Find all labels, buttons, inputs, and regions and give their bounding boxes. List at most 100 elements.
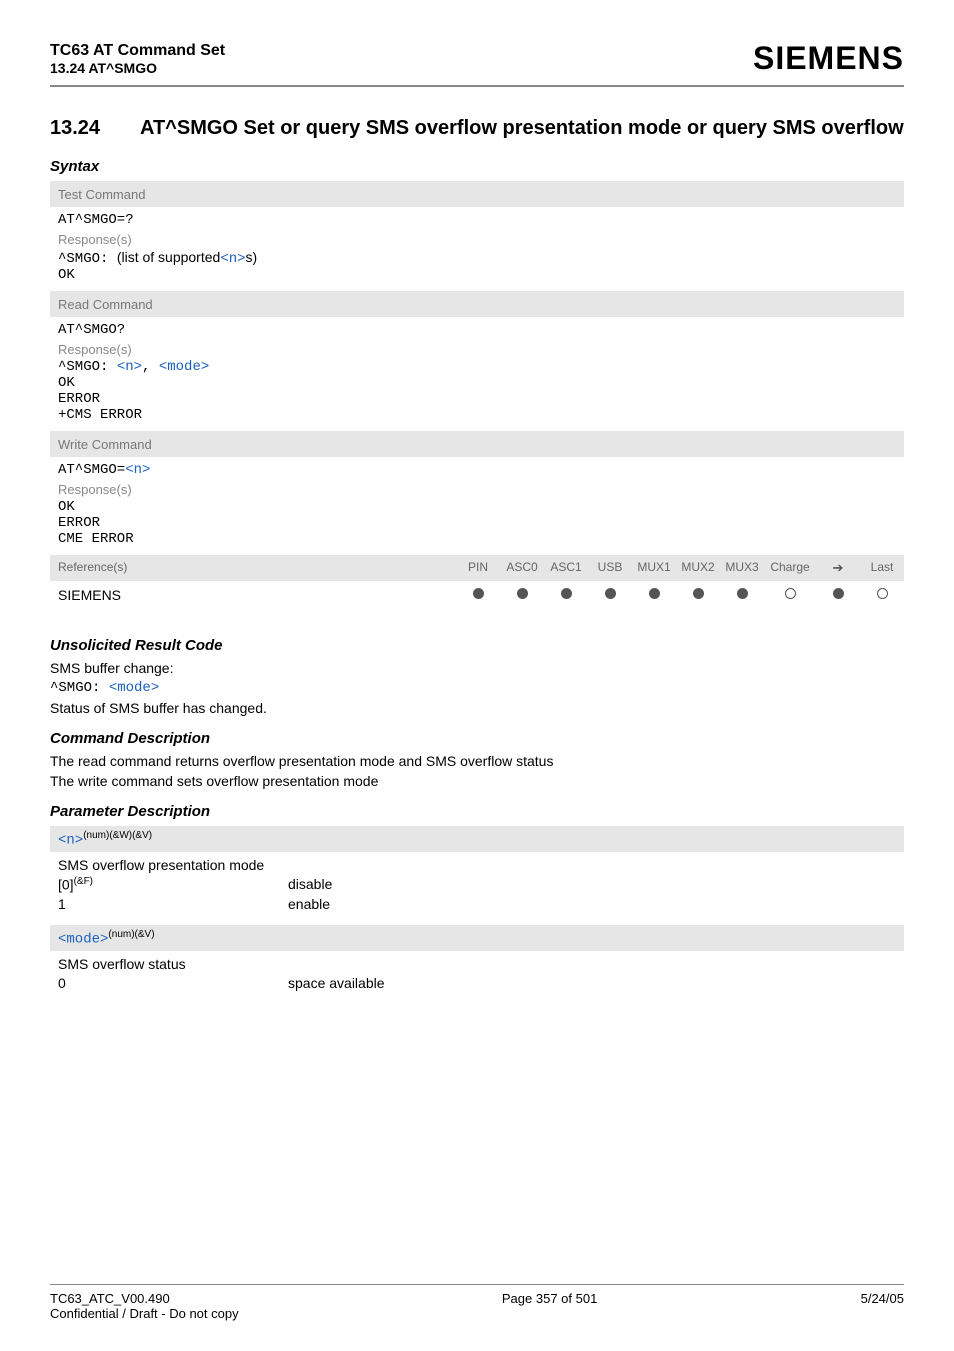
write-err: ERROR (58, 515, 896, 531)
read-err: ERROR (58, 391, 896, 407)
param-n-row2-v: enable (288, 896, 896, 912)
footer-left: TC63_ATC_V00.490 Confidential / Draft - … (50, 1291, 239, 1321)
write-resp-label: Response(s) (58, 482, 896, 497)
read-cmd: AT^SMGO? (58, 322, 896, 338)
param-desc-heading: Parameter Description (50, 803, 904, 820)
doc-subtitle: 13.24 AT^SMGO (50, 60, 225, 76)
param-mode-sup: (num)(&V) (108, 929, 154, 940)
param-n-row2: 1 enable (58, 896, 896, 912)
read-p2: <mode> (159, 359, 209, 375)
reference-value-row: SIEMENS (50, 581, 904, 609)
col-mux1: MUX1 (632, 555, 676, 581)
read-p1: <n> (117, 359, 142, 375)
dot-icon (833, 588, 844, 599)
test-resp-prefix: ^SMGO: (58, 251, 117, 267)
param-mode-name: <mode> (58, 931, 108, 947)
write-command-block: Write Command AT^SMGO=<n> Response(s) OK… (50, 431, 904, 555)
cmd-desc-heading: Command Description (50, 730, 904, 747)
col-mux2: MUX2 (676, 555, 720, 581)
dot-asc0 (500, 581, 544, 609)
param-n-row1-sup: (&F) (74, 876, 93, 887)
col-airplane: ➔ (816, 555, 860, 581)
col-pin: PIN (456, 555, 500, 581)
read-cms: +CMS ERROR (58, 407, 896, 423)
param-n-row1-v: disable (288, 876, 896, 893)
dot-icon (473, 588, 484, 599)
urc-param: <mode> (109, 680, 159, 696)
col-usb: USB (588, 555, 632, 581)
dot-charge (764, 581, 816, 609)
urc-prefix: ^SMGO: (50, 680, 109, 696)
param-mode-body: SMS overflow status 0 space available (50, 951, 904, 1004)
test-head: Test Command (50, 182, 904, 207)
cmd-desc-l2: The write command sets overflow presenta… (50, 773, 904, 789)
cmd-desc-l1: The read command returns overflow presen… (50, 753, 904, 769)
page-footer: TC63_ATC_V00.490 Confidential / Draft - … (50, 1284, 904, 1321)
param-n-desc: SMS overflow presentation mode (58, 857, 896, 873)
param-n-row1: [0](&F) disable (58, 876, 896, 893)
read-comma: , (142, 359, 159, 375)
reference-header-row: Reference(s) PIN ASC0 ASC1 USB MUX1 MUX2… (50, 555, 904, 581)
dot-mux1 (632, 581, 676, 609)
test-command-block: Test Command AT^SMGO=? Response(s) ^SMGO… (50, 181, 904, 291)
write-head: Write Command (50, 432, 904, 457)
write-cmd-prefix: AT^SMGO= (58, 462, 125, 478)
test-ok: OK (58, 267, 896, 283)
param-n-sup: (num)(&W)(&V) (83, 830, 152, 841)
param-mode-desc: SMS overflow status (58, 956, 896, 972)
test-resp-suffix: s) (246, 249, 258, 265)
page-container: TC63 AT Command Set 13.24 AT^SMGO SIEMEN… (0, 0, 954, 1351)
footer-l2: Confidential / Draft - Do not copy (50, 1306, 239, 1321)
urc-code: ^SMGO: <mode> (50, 680, 904, 696)
reference-label: Reference(s) (50, 555, 456, 581)
syntax-heading: Syntax (50, 158, 904, 175)
dot-last (860, 581, 904, 609)
section-title-text: AT^SMGO Set or query SMS overflow presen… (140, 117, 904, 140)
urc-line1: SMS buffer change: (50, 660, 904, 676)
section-heading: 13.24 AT^SMGO Set or query SMS overflow … (50, 117, 904, 140)
param-mode-head: <mode>(num)(&V) (50, 925, 904, 951)
write-cme: CME ERROR (58, 531, 896, 547)
param-n-row2-k: 1 (58, 896, 288, 912)
dot-airplane (816, 581, 860, 609)
param-n-body: SMS overflow presentation mode [0](&F) d… (50, 852, 904, 925)
read-resp-prefix: ^SMGO: (58, 359, 117, 375)
urc-heading: Unsolicited Result Code (50, 637, 904, 654)
page-header: TC63 AT Command Set 13.24 AT^SMGO SIEMEN… (50, 40, 904, 87)
dot-open-icon (785, 588, 796, 599)
dot-icon (517, 588, 528, 599)
read-command-block: Read Command AT^SMGO? Response(s) ^SMGO:… (50, 291, 904, 431)
write-cmd: AT^SMGO=<n> (58, 462, 896, 478)
param-n-row1-k: [0](&F) (58, 876, 288, 893)
header-left: TC63 AT Command Set 13.24 AT^SMGO (50, 42, 225, 76)
doc-title: TC63 AT Command Set (50, 42, 225, 60)
param-mode-row1-v: space available (288, 975, 896, 991)
reference-cols: PIN ASC0 ASC1 USB MUX1 MUX2 MUX3 Charge … (456, 555, 904, 581)
siemens-logo: SIEMENS (753, 40, 904, 77)
test-response: ^SMGO: (list of supported<n>s) (58, 249, 896, 267)
col-asc1: ASC1 (544, 555, 588, 581)
dot-icon (561, 588, 572, 599)
col-charge: Charge (764, 555, 816, 581)
col-asc0: ASC0 (500, 555, 544, 581)
dot-pin (456, 581, 500, 609)
dot-icon (693, 588, 704, 599)
read-head: Read Command (50, 292, 904, 317)
footer-l1: TC63_ATC_V00.490 (50, 1291, 239, 1306)
dot-icon (605, 588, 616, 599)
read-response: ^SMGO: <n>, <mode> (58, 359, 896, 375)
read-ok: OK (58, 375, 896, 391)
write-cmd-param: <n> (125, 462, 150, 478)
dot-mux3 (720, 581, 764, 609)
dot-usb (588, 581, 632, 609)
dot-mux2 (676, 581, 720, 609)
test-cmd: AT^SMGO=? (58, 212, 896, 228)
col-mux3: MUX3 (720, 555, 764, 581)
test-resp-label: Response(s) (58, 232, 896, 247)
test-resp-param: <n> (220, 251, 245, 267)
read-resp-label: Response(s) (58, 342, 896, 357)
dot-icon (737, 588, 748, 599)
col-last: Last (860, 555, 904, 581)
test-resp-text: (list of supported (117, 249, 221, 265)
dot-open-icon (877, 588, 888, 599)
